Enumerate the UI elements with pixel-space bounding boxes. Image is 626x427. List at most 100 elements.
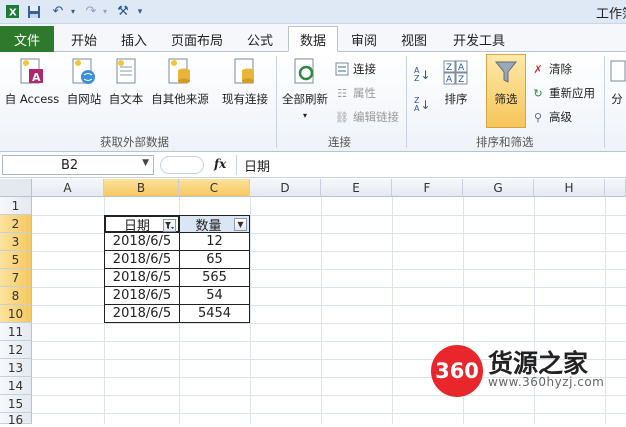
tab-view[interactable]: 视图 [392, 26, 436, 52]
svg-text:A: A [458, 63, 465, 73]
column-header-d[interactable]: D [250, 179, 321, 197]
from-web-button[interactable]: 自网站 [64, 56, 104, 107]
row-header-2[interactable]: 2 [0, 215, 32, 233]
row-header-13[interactable]: 13 [0, 359, 32, 377]
group-separator [406, 56, 407, 148]
filter-dropdown-icon[interactable]: ▼ [234, 218, 247, 231]
column-header-h[interactable]: H [534, 179, 605, 197]
save-icon[interactable] [26, 3, 42, 20]
name-box-value: B2 [61, 157, 79, 173]
redo-icon[interactable]: ↷ [82, 3, 100, 20]
svg-text:A: A [446, 75, 453, 85]
refresh-all-button[interactable]: 全部刷新 ▾ [280, 56, 330, 120]
tab-file[interactable]: 文件 [0, 26, 54, 52]
clear-filter-button[interactable]: ✗ 清除 [530, 60, 572, 78]
table-cell-quantity[interactable]: 565 [179, 269, 250, 287]
qat-customize-dropdown-icon[interactable]: ▾ [134, 3, 146, 20]
table-header-date[interactable]: 日期 [104, 215, 180, 234]
row-header-15[interactable]: 15 [0, 395, 32, 413]
edit-links-button[interactable]: ⛓ 编辑链接 [334, 108, 399, 126]
row-header-12[interactable]: 12 [0, 341, 32, 359]
data-tools-button[interactable]: 分 [608, 56, 626, 107]
table-cell-quantity[interactable]: 65 [179, 251, 250, 269]
group-separator [276, 56, 277, 148]
column-header-a[interactable]: A [32, 179, 104, 197]
row-header-1[interactable]: 1 [0, 197, 32, 215]
undo-dropdown-icon[interactable]: ▾ [68, 3, 78, 20]
row-header-16[interactable]: 16 [0, 413, 32, 427]
select-all-corner[interactable] [0, 179, 32, 197]
grid-line [32, 413, 626, 414]
grid-line [534, 197, 535, 424]
reapply-button[interactable]: ↻ 重新应用 [530, 84, 595, 102]
formula-separator [236, 155, 237, 175]
table-cell-date[interactable]: 2018/6/5 [104, 251, 180, 269]
row-header-7[interactable]: 7 [0, 269, 32, 287]
from-text-label: 自文本 [108, 92, 144, 106]
ribbon-data: A 自 Access 自网站 自文本 自其他来源 现有连接 获取外部数据 全部刷… [0, 52, 626, 152]
formula-input[interactable]: 日期 [244, 156, 270, 175]
clear-filter-icon: ✗ [533, 62, 543, 76]
row-header-3[interactable]: 3 [0, 233, 32, 251]
table-cell-quantity[interactable]: 54 [179, 287, 250, 305]
connections-button[interactable]: 连接 [334, 60, 376, 78]
row-header-14[interactable]: 14 [0, 377, 32, 395]
filter-button[interactable]: 筛选 [486, 56, 526, 107]
excel-app-icon[interactable]: X [4, 3, 20, 20]
text-file-icon [111, 56, 141, 88]
formula-bar-resize-handle[interactable] [160, 156, 204, 174]
tab-page-layout[interactable]: 页面布局 [164, 26, 230, 52]
name-box-dropdown-icon[interactable]: ▼ [142, 158, 149, 168]
tab-review[interactable]: 审阅 [342, 26, 386, 52]
sort-ascending-button[interactable]: A Z ↓ [414, 66, 431, 84]
row-header-8[interactable]: 8 [0, 287, 32, 305]
from-other-sources-button[interactable]: 自其他来源 [148, 56, 212, 107]
table-cell-quantity[interactable]: 5454 [179, 305, 250, 323]
sort-button[interactable]: ZAAZ 排序 [440, 56, 472, 107]
grid-line [250, 197, 251, 424]
name-box[interactable]: B2 ▼ [2, 155, 154, 175]
table-cell-date[interactable]: 2018/6/5 [104, 269, 180, 287]
sort-descending-button[interactable]: Z A ↓ [414, 96, 431, 114]
advanced-filter-button[interactable]: ⚲ 高级 [530, 108, 572, 126]
table-header-date-label: 日期 [123, 218, 150, 234]
column-header-f[interactable]: F [392, 179, 463, 197]
tab-developer[interactable]: 开发工具 [446, 26, 512, 52]
connections-label: 连接 [353, 62, 376, 76]
sort-label: 排序 [444, 92, 468, 106]
grid-line [32, 341, 626, 342]
column-header-e[interactable]: E [321, 179, 392, 197]
data-tools-label: 分 [611, 92, 623, 106]
advanced-filter-label: 高级 [549, 110, 572, 124]
redo-dropdown-icon[interactable]: ▾ [100, 3, 110, 20]
column-header-g[interactable]: G [463, 179, 534, 197]
sort-filter-group-label: 排序和筛选 [476, 135, 534, 149]
table-cell-quantity[interactable]: 12 [179, 233, 250, 251]
undo-icon[interactable]: ↶ [48, 3, 68, 20]
insert-function-icon[interactable]: fx [214, 157, 226, 171]
row-header-11[interactable]: 11 [0, 323, 32, 341]
column-header-c[interactable]: C [179, 179, 250, 197]
filter-applied-icon[interactable] [163, 219, 176, 232]
tab-home[interactable]: 开始 [62, 26, 106, 52]
properties-button[interactable]: ☷ 属性 [334, 84, 376, 102]
column-header-i[interactable] [605, 179, 626, 197]
tab-insert[interactable]: 插入 [112, 26, 156, 52]
tab-formulas[interactable]: 公式 [238, 26, 282, 52]
table-cell-date[interactable]: 2018/6/5 [104, 233, 180, 251]
column-header-b[interactable]: B [104, 179, 179, 197]
row-header-10[interactable]: 10 [0, 305, 32, 323]
customize-tool-icon[interactable]: ⚒ [114, 3, 132, 20]
table-cell-date[interactable]: 2018/6/5 [104, 305, 180, 323]
row-header-5[interactable]: 5 [0, 251, 32, 269]
existing-connections-button[interactable]: 现有连接 [218, 56, 272, 107]
table-cell-date[interactable]: 2018/6/5 [104, 287, 180, 305]
svg-text:Z: Z [446, 63, 452, 73]
refresh-all-dropdown-icon[interactable]: ▾ [303, 111, 307, 120]
table-header-quantity[interactable]: 数量 ▼ [179, 215, 250, 234]
from-text-button[interactable]: 自文本 [106, 56, 146, 107]
tab-data[interactable]: 数据 [288, 26, 338, 52]
from-access-button[interactable]: A 自 Access [2, 56, 62, 107]
svg-text:A: A [32, 71, 41, 84]
filter-label: 筛选 [494, 92, 518, 106]
